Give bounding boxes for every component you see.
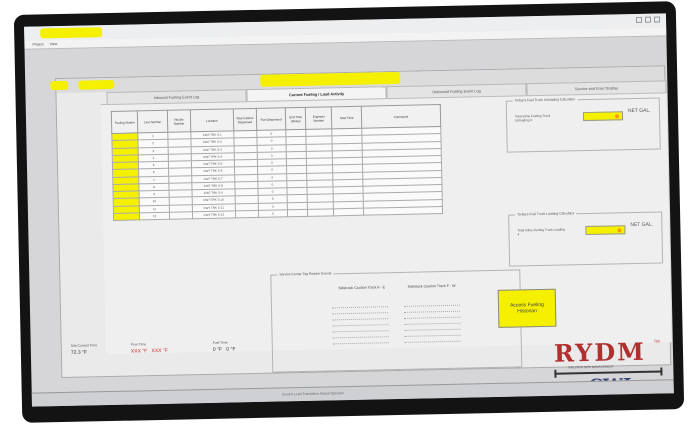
column-header[interactable]: Total Gallons Dispensed xyxy=(233,108,257,131)
unloading-legend: Today's Fuel Truck Unloading Calculator xyxy=(512,97,578,103)
redacted-app-name xyxy=(78,79,115,90)
loading-calculator: Today's Fuel Truck Loading Calculator To… xyxy=(508,211,664,267)
unloading-value-field[interactable] xyxy=(582,111,624,122)
sidetrack-column-f-w: Sidetrack Caution Track F - W xyxy=(407,283,456,289)
table-cell xyxy=(113,212,140,221)
sensor-rows-right xyxy=(403,299,461,343)
sidetrack-column-a-e: Sidetrack Caution Track A - E xyxy=(338,285,386,291)
fuel-time-value-1: 0 °F xyxy=(212,346,223,353)
unloading-label: Total Inline Fueling Truck Unloading # xyxy=(514,113,551,123)
access-fueling-historian-button[interactable]: Access Fueling Historian xyxy=(497,288,557,328)
site-time-label: Site Current Time xyxy=(70,343,98,348)
table-cell: 0 xyxy=(258,209,288,218)
loading-value-field[interactable] xyxy=(585,225,626,236)
table-cell xyxy=(363,206,443,216)
redacted-window-title xyxy=(260,71,401,87)
tag-reader-legend: Service Center Tag Reader Events xyxy=(277,271,334,277)
column-header[interactable]: Line Number xyxy=(137,110,168,133)
table-cell xyxy=(307,208,334,217)
site-time-value: 72.3 °F xyxy=(70,349,88,356)
logo-tagline: RAILYARD DATA MANAGEMENT xyxy=(568,364,614,370)
redacted-title xyxy=(40,27,103,39)
table-cell xyxy=(235,210,259,218)
fuel-time-value-2: 0 °F xyxy=(226,346,236,353)
logo-rail-icon xyxy=(554,370,663,375)
fuel-time-readout: Fuel Time 0 °F 0 °F xyxy=(212,340,236,353)
rydm-cwi-logo: RYDM TM RAILYARD DATA MANAGEMENT CWI xyxy=(550,336,672,406)
column-header[interactable]: Engineer Number xyxy=(305,106,333,130)
grid-body: 1 CW7 TRK S-1 0 2 CW7 TRK S-2 0 3 CW7 TRK S-3 0 4… xyxy=(111,126,443,221)
activity-grid: Fueling Station Line Number Nozzle Numbe… xyxy=(110,104,444,221)
maximize-icon[interactable] xyxy=(644,16,652,23)
column-header[interactable]: Fuel Dispensed xyxy=(256,107,287,131)
column-header[interactable]: Location xyxy=(190,108,234,132)
column-header[interactable]: Start Time xyxy=(331,106,362,129)
pour-time-value-2: XXX °F xyxy=(151,347,169,355)
menu-project[interactable]: Project xyxy=(32,42,43,46)
logo-trademark: TM xyxy=(653,338,660,344)
sensor-rows-left xyxy=(331,301,389,345)
pour-time-label: Pour Time xyxy=(130,342,147,347)
window-controls xyxy=(635,16,661,23)
fuel-time-label: Fuel Time xyxy=(212,340,228,345)
table-cell: 12 xyxy=(139,212,170,220)
unloading-calculator: Today's Fuel Truck Unloading Calculator … xyxy=(505,97,661,153)
loading-unit: NET GAL. xyxy=(630,221,654,229)
minimize-icon[interactable] xyxy=(635,16,643,23)
redacted-app-icon xyxy=(50,80,69,91)
column-header[interactable]: Nozzle Number xyxy=(167,109,191,133)
menu-view[interactable]: View xyxy=(50,42,58,46)
monitor-screen: Project View Inbound Fueling Event Log C… xyxy=(24,13,674,407)
taskbar-text: Current Load Transitions Status Operator xyxy=(281,391,344,397)
fueling-app-window: Inbound Fueling Event Log Current Fuelin… xyxy=(50,65,672,397)
loading-legend: Today's Fuel Truck Loading Calculator xyxy=(515,211,577,217)
table-cell xyxy=(287,209,308,217)
status-dot-icon xyxy=(615,114,620,119)
column-header[interactable]: Comments xyxy=(361,104,441,129)
column-header[interactable]: Fueling Station xyxy=(111,110,139,134)
unloading-unit: NET GAL. xyxy=(627,107,651,115)
table-cell xyxy=(333,207,364,216)
table-cell: CW7 TRK S-12 xyxy=(192,210,236,219)
close-icon[interactable] xyxy=(653,16,661,23)
pour-time-value-1: XXX °F xyxy=(130,348,148,355)
status-dot-icon xyxy=(617,228,622,233)
logo-brand: RYDM xyxy=(553,336,647,368)
taskbar: Current Load Transitions Status Operator xyxy=(31,379,674,407)
loading-label: Total Inline Fueling Truck Loading # xyxy=(517,227,565,237)
site-time-readout: Site Current Time 72.3 °F xyxy=(71,343,98,356)
table-cell xyxy=(169,211,193,220)
pour-time-readout: Pour Time XXX °F XXX °F xyxy=(130,342,169,355)
tag-reader-events-panel: Service Center Tag Reader Events Sidetra… xyxy=(270,269,523,373)
column-header[interactable]: End Time (Delay) xyxy=(285,107,306,130)
monitor-bezel: Project View Inbound Fueling Event Log C… xyxy=(13,1,685,423)
